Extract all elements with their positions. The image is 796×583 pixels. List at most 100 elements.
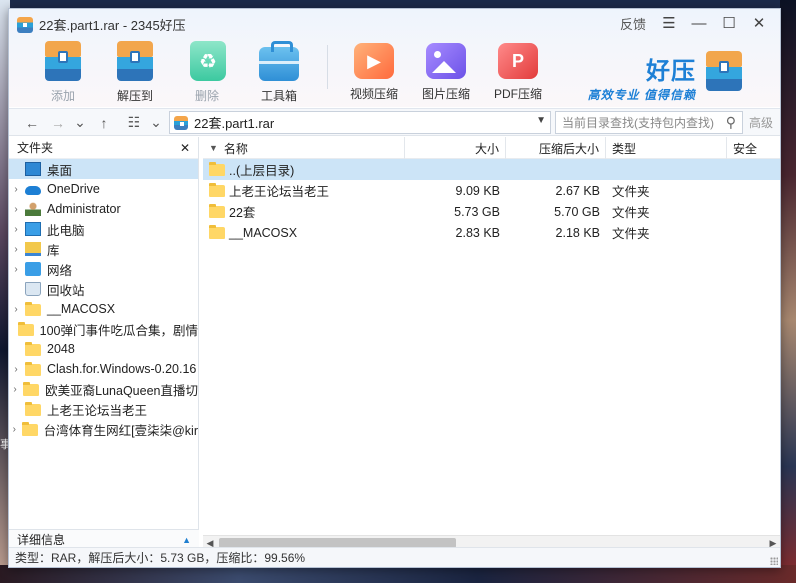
column-compressed-size[interactable]: 压缩后大小 <box>506 137 606 159</box>
tree-item-folder[interactable]: 2048 <box>9 339 198 359</box>
tree-item-label: 上老王论坛当老王 <box>47 403 148 418</box>
file-list-header: ▼ 名称 大小 压缩后大小 类型 安全 <box>203 137 780 159</box>
menu-icon[interactable]: ☰ <box>654 11 684 35</box>
expand-arrow-icon[interactable]: › <box>9 224 23 235</box>
toolbox-button[interactable]: 工具箱 <box>243 41 315 104</box>
tree-item-label: 100弹门事件吃瓜合集，剧情 <box>39 323 198 338</box>
search-icon[interactable]: ⚲ <box>726 114 736 131</box>
video-compress-label: 视频压缩 <box>349 87 398 101</box>
file-row[interactable]: __MACOSX 2.83 KB 2.18 KB 文件夹 <box>203 222 780 243</box>
toolbar: 添加 解压到 ♻ 删除 工具箱 ▶ 视频压缩 图片压缩 P PDF压缩 <box>27 41 554 104</box>
expand-arrow-icon[interactable]: › <box>9 244 23 255</box>
tree-item-network[interactable]: › 网络 <box>9 259 198 279</box>
forward-dropdown-icon[interactable]: ⌄ <box>69 109 91 136</box>
file-row-parent[interactable]: ..(上层目录) <box>203 159 780 180</box>
folder-icon <box>209 203 225 218</box>
desktop-icon <box>25 162 41 176</box>
close-panel-icon[interactable]: ✕ <box>180 141 190 155</box>
tree-item-label: 台湾体育生网红[壹柒柒@kir <box>43 423 198 438</box>
address-bar: ← → ⌄ ↑ ☷ ⌄ 22套.part1.rar ▼ 当前目录查找(支持包内查… <box>9 108 780 136</box>
status-text: 类型：RAR，解压后大小：5.73 GB，压缩比：99.56% <box>15 551 306 565</box>
network-icon <box>25 262 41 276</box>
path-dropdown-icon[interactable]: ▼ <box>536 115 546 126</box>
expand-arrow-icon[interactable]: › <box>9 204 23 215</box>
add-button[interactable]: 添加 <box>27 41 99 104</box>
path-field[interactable]: 22套.part1.rar ▼ <box>169 111 551 134</box>
column-name[interactable]: ▼ 名称 <box>203 137 405 159</box>
tree-item-label: 2048 <box>47 342 75 356</box>
tree-item-folder[interactable]: › 台湾体育生网红[壹柒柒@kir <box>9 419 198 439</box>
tree-item-label: Clash.for.Windows-0.20.16 <box>47 362 197 376</box>
tree-item-this-pc[interactable]: › 此电脑 <box>9 219 198 239</box>
search-placeholder: 当前目录查找(支持包内查找) <box>562 116 714 130</box>
expand-arrow-icon[interactable]: › <box>9 184 23 195</box>
app-window: 22套.part1.rar - 2345好压 反馈 ☰ — ☐ ✕ 添加 解压到… <box>8 8 781 568</box>
column-size[interactable]: 大小 <box>405 137 506 159</box>
feedback-button[interactable]: 反馈 <box>612 14 654 33</box>
tree-item-label: 网络 <box>47 263 73 278</box>
expand-arrow-icon[interactable]: › <box>9 424 20 435</box>
folder-icon <box>209 161 225 176</box>
view-dropdown-icon[interactable]: ⌄ <box>145 109 167 136</box>
file-row[interactable]: 上老王论坛当老王 9.09 KB 2.67 KB 文件夹 <box>203 180 780 201</box>
tree-item-onedrive[interactable]: › OneDrive <box>9 179 198 199</box>
tree-item-label: 此电脑 <box>47 223 85 238</box>
up-arrow-icon[interactable]: ↑ <box>93 109 115 136</box>
close-icon[interactable]: ✕ <box>744 11 774 35</box>
window-header: 22套.part1.rar - 2345好压 反馈 ☰ — ☐ ✕ 添加 解压到… <box>9 9 780 107</box>
file-size: 9.09 KB <box>455 183 500 198</box>
expand-arrow-icon[interactable]: › <box>9 384 21 395</box>
expand-arrow-icon[interactable]: › <box>9 364 23 375</box>
folder-tree-panel: 文件夹 ✕ 桌面 › OneDrive › Administrator › 此电… <box>9 137 199 549</box>
column-type[interactable]: 类型 <box>606 137 727 159</box>
tree-item-folder[interactable]: 上老王论坛当老王 <box>9 399 198 419</box>
column-name-label: 名称 <box>223 141 248 156</box>
cloud-icon <box>25 186 41 195</box>
image-compress-button[interactable]: 图片压缩 <box>410 41 482 104</box>
minimize-icon[interactable]: — <box>684 11 714 35</box>
resize-grip-icon[interactable] <box>770 557 778 565</box>
tree-item-recycle-bin[interactable]: 回收站 <box>9 279 198 299</box>
video-compress-button[interactable]: ▶ 视频压缩 <box>338 41 410 104</box>
file-name: 22套 <box>229 206 256 220</box>
recycle-bin-icon <box>25 282 41 296</box>
brand-logo-icon <box>704 51 748 95</box>
pdf-compress-button[interactable]: P PDF压缩 <box>482 41 554 104</box>
folder-icon <box>23 381 40 396</box>
window-title: 22套.part1.rar - 2345好压 <box>39 18 186 33</box>
extract-label: 解压到 <box>116 89 153 103</box>
expand-arrow-icon[interactable]: › <box>9 304 23 315</box>
maximize-icon[interactable]: ☐ <box>714 11 744 35</box>
view-mode-icon[interactable]: ☷ <box>123 109 145 136</box>
expand-arrow-icon[interactable]: › <box>9 264 23 275</box>
tree-item-folder[interactable]: › 欧美亚裔LunaQueen直播切 <box>9 379 198 399</box>
folder-icon <box>25 341 41 356</box>
tree-item-administrator[interactable]: › Administrator <box>9 199 198 219</box>
status-bar: 类型：RAR，解压后大小：5.73 GB，压缩比：99.56% <box>9 547 780 567</box>
column-security[interactable]: 安全 <box>727 137 780 159</box>
toolbox-icon <box>259 41 299 81</box>
tree-item-label: 欧美亚裔LunaQueen直播切 <box>45 383 198 398</box>
folder-icon <box>25 361 41 376</box>
image-icon <box>426 43 466 79</box>
extract-button[interactable]: 解压到 <box>99 41 171 104</box>
tree-item-folder[interactable]: 100弹门事件吃瓜合集，剧情 <box>9 319 198 339</box>
back-arrow-icon[interactable]: ← <box>21 109 43 136</box>
tree-item-library[interactable]: › 库 <box>9 239 198 259</box>
search-input[interactable]: 当前目录查找(支持包内查找) ⚲ <box>555 111 743 134</box>
delete-button[interactable]: ♻ 删除 <box>171 41 243 104</box>
tree-item-folder[interactable]: › Clash.for.Windows-0.20.16 <box>9 359 198 379</box>
folder-panel-title: 文件夹 <box>17 141 54 155</box>
expand-up-icon[interactable]: ▲ <box>182 535 191 545</box>
advanced-search-link[interactable]: 高级 <box>749 114 773 131</box>
tree-item-desktop[interactable]: 桌面 <box>9 159 198 179</box>
file-type <box>606 159 727 180</box>
tree-item-folder[interactable]: › __MACOSX <box>9 299 198 319</box>
details-toggle[interactable]: 详细信息 ▲ <box>9 529 199 549</box>
pdf-compress-label: PDF压缩 <box>493 87 542 101</box>
file-size: 2.83 KB <box>455 225 500 240</box>
file-row[interactable]: 22套 5.73 GB 5.70 GB 文件夹 <box>203 201 780 222</box>
folder-tree: 桌面 › OneDrive › Administrator › 此电脑 › 库 <box>9 159 198 439</box>
brand-name: 好压 <box>646 58 696 85</box>
forward-arrow-icon[interactable]: → <box>47 109 69 136</box>
